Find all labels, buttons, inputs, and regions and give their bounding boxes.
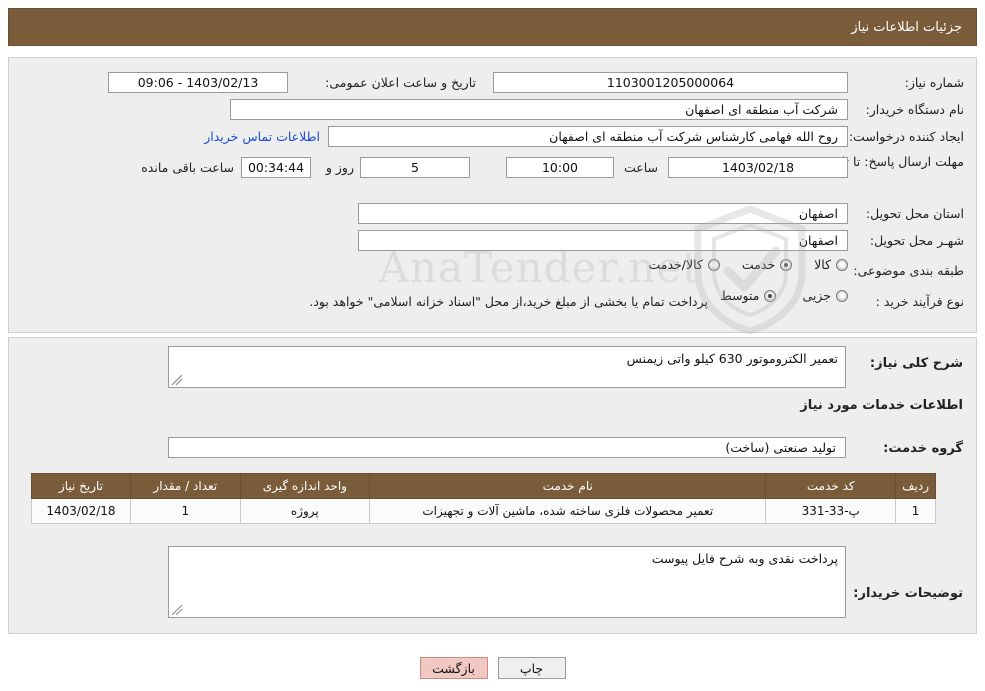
buyer-org-value: شرکت آب منطقه ای اصفهان <box>230 99 848 120</box>
buyer-notes-label: توضیحات خریدار: <box>853 586 963 601</box>
purchase-type-option-medium[interactable]: متوسط <box>720 288 777 303</box>
back-button[interactable]: بازگشت <box>419 657 488 679</box>
service-group-label: گروه خدمت: <box>883 441 963 456</box>
td-row-no: 1 <box>895 498 936 524</box>
page-title: جزئیات اطلاعات نیاز <box>851 19 962 35</box>
buyer-contact-link[interactable]: اطلاعات تماس خریدار <box>204 129 320 144</box>
buyer-notes-value: پرداخت نقدی وبه شرح فایل پیوست <box>651 551 838 566</box>
service-group-value: تولید صنعتی (ساخت) <box>168 437 846 458</box>
table-row: 1 پ-33-331 تعمیر محصولات فلزی ساخته شده،… <box>31 498 936 524</box>
footer-actions: چاپ بازگشت <box>0 657 985 679</box>
province-value: اصفهان <box>358 203 848 224</box>
category-option-goods-service-label: کالا/خدمت <box>648 257 703 272</box>
deadline-remaining-value: 00:34:44 <box>241 157 311 178</box>
purchase-type-radio-group[interactable]: جزیی متوسط <box>720 288 848 303</box>
th-row-no: ردیف <box>895 473 936 499</box>
need-details-panel: شماره نیاز: 1103001205000064 تاریخ و ساع… <box>8 57 977 333</box>
buyer-notes-textarea[interactable]: پرداخت نقدی وبه شرح فایل پیوست <box>168 546 846 618</box>
service-details-panel: شرح کلی نیاز: تعمیر الکتروموتور 630 کیلو… <box>8 337 977 634</box>
category-radio-group[interactable]: کالا خدمت کالا/خدمت <box>648 257 848 272</box>
td-service-name: تعمیر محصولات فلزی ساخته شده، ماشین آلات… <box>369 498 767 524</box>
radio-icon[interactable] <box>707 258 720 271</box>
deadline-days-value: 5 <box>360 157 470 178</box>
radio-icon[interactable] <box>836 289 848 302</box>
general-desc-label: شرح کلی نیاز: <box>869 356 963 371</box>
print-button[interactable]: چاپ <box>497 657 566 679</box>
requester-label: ایجاد کننده درخواست: <box>848 129 964 144</box>
deadline-remaining-label: ساعت باقی مانده <box>141 160 234 175</box>
th-service-name: نام خدمت <box>369 473 767 499</box>
radio-icon[interactable] <box>780 258 793 271</box>
page-header: جزئیات اطلاعات نیاز <box>8 8 977 46</box>
td-need-date: 1403/02/18 <box>31 498 131 524</box>
deadline-days-label: روز و <box>325 160 354 175</box>
general-desc-value: تعمیر الکتروموتور 630 کیلو واتی زیمنس <box>626 351 838 366</box>
services-table: ردیف کد خدمت نام خدمت واحد اندازه گیری ت… <box>31 473 936 524</box>
general-desc-textarea[interactable]: تعمیر الکتروموتور 630 کیلو واتی زیمنس <box>168 346 846 388</box>
need-number-value: 1103001205000064 <box>493 72 848 93</box>
purchase-type-note: پرداخت تمام یا بخشی از مبلغ خرید،از محل … <box>309 294 708 309</box>
td-unit: پروژه <box>239 498 371 524</box>
td-quantity: 1 <box>129 498 241 524</box>
radio-icon[interactable] <box>764 289 777 302</box>
th-service-code: کد خدمت <box>765 473 897 499</box>
category-option-service-label: خدمت <box>741 257 776 272</box>
category-label: طبقه بندی موضوعی: <box>853 263 964 278</box>
category-option-goods-label: کالا <box>814 257 831 272</box>
th-quantity: تعداد / مقدار <box>129 473 241 499</box>
city-label: شهـر محل تحویل: <box>869 233 964 248</box>
requester-value: روح الله فهامی کارشناس شرکت آب منطقه ای … <box>328 126 848 147</box>
purchase-type-option-minor-label: جزیی <box>802 288 831 303</box>
resize-grip-icon[interactable] <box>171 374 183 386</box>
public-announce-label: تاریخ و ساعت اعلان عمومی: <box>325 75 476 90</box>
need-number-label: شماره نیاز: <box>904 75 964 90</box>
resize-grip-icon[interactable] <box>171 604 183 616</box>
deadline-date-value: 1403/02/18 <box>668 157 848 178</box>
td-service-code: پ-33-331 <box>765 498 897 524</box>
purchase-type-option-minor[interactable]: جزیی <box>802 288 848 303</box>
purchase-type-option-medium-label: متوسط <box>720 288 760 303</box>
table-header-row: ردیف کد خدمت نام خدمت واحد اندازه گیری ت… <box>31 473 936 499</box>
province-label: استان محل تحویل: <box>865 206 964 221</box>
category-option-goods[interactable]: کالا <box>814 257 848 272</box>
th-unit: واحد اندازه گیری <box>239 473 371 499</box>
city-value: اصفهان <box>358 230 848 251</box>
deadline-label: مهلت ارسال پاسخ: تا تاریخ: <box>819 154 964 169</box>
category-option-service[interactable]: خدمت <box>741 257 793 272</box>
public-announce-value: 1403/02/13 - 09:06 <box>108 72 288 93</box>
purchase-type-label: نوع فرآیند خرید : <box>875 294 964 309</box>
buyer-org-label: نام دستگاه خریدار: <box>865 102 964 117</box>
services-info-title: اطلاعات خدمات مورد نیاز <box>800 398 963 413</box>
radio-icon[interactable] <box>836 258 848 271</box>
deadline-hour-label: ساعت <box>623 160 658 175</box>
deadline-hour-value: 10:00 <box>506 157 614 178</box>
th-need-date: تاریخ نیاز <box>31 473 131 499</box>
page-root: جزئیات اطلاعات نیاز شماره نیاز: 11030012… <box>0 0 985 691</box>
category-option-goods-service[interactable]: کالا/خدمت <box>648 257 720 272</box>
